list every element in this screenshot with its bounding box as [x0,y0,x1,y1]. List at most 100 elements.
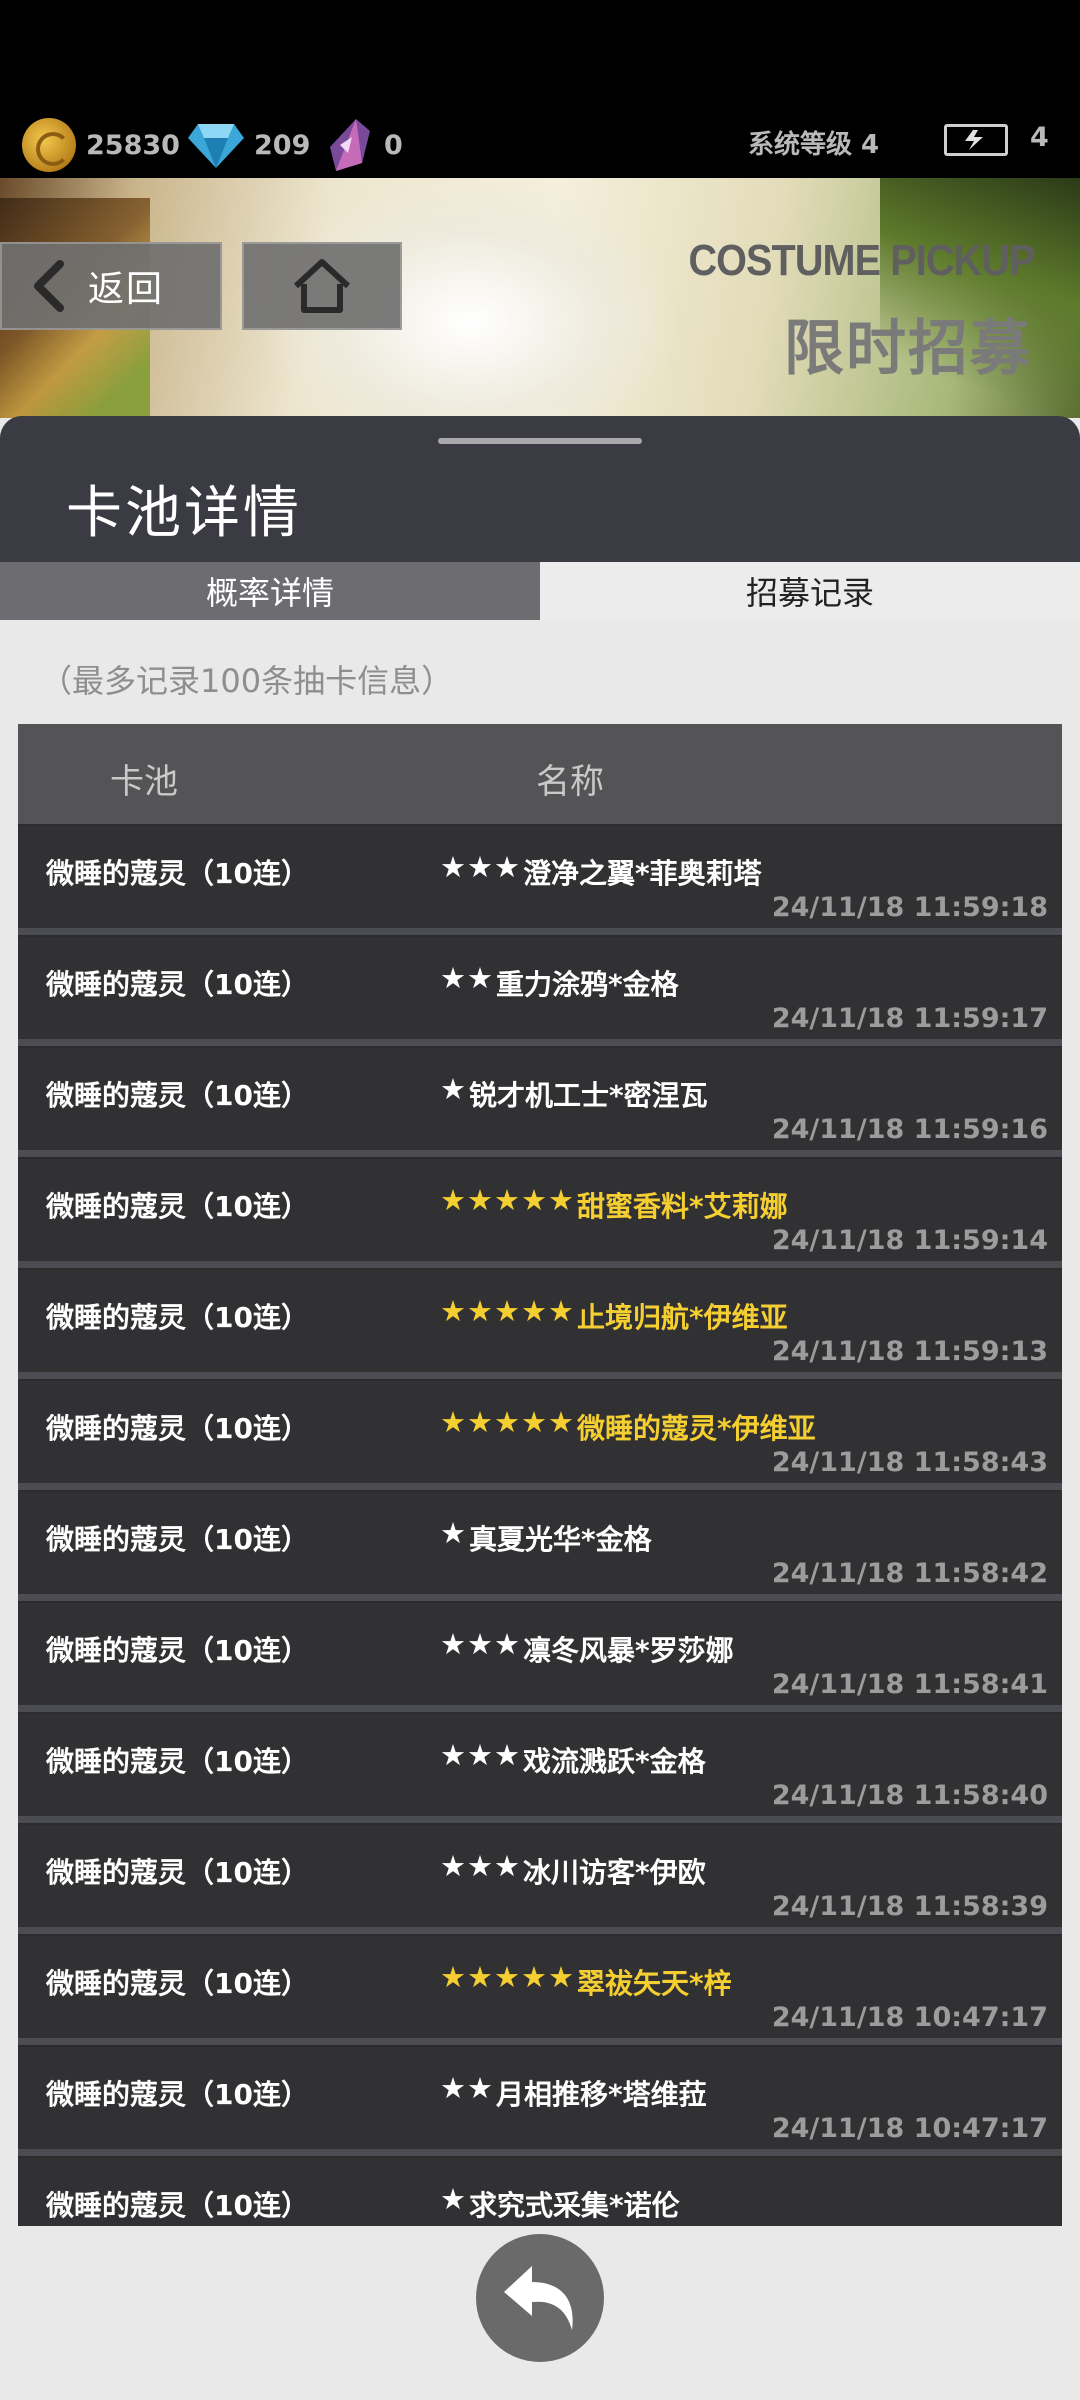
row-pool-name: 微睡的蔻灵（10连） [46,1856,309,1889]
row-costume-name: 翠祓矢天*梓 [577,1967,732,2000]
home-button[interactable] [242,242,402,330]
row-star-rating: ★★★ [440,1738,521,1772]
row-costume-name: 求究式采集*诺伦 [469,2189,680,2222]
row-timestamp: 24/11/18 11:59:18 [771,892,1048,923]
row-pool-name: 微睡的蔻灵（10连） [46,1967,309,2000]
chevron-left-icon [34,260,64,312]
back-label: 返回 [88,269,165,310]
row-timestamp: 24/11/18 11:59:13 [771,1336,1048,1367]
table-header: 卡池 名称 [18,724,1062,824]
table-row: 微睡的蔻灵（10连） ★ 真夏光华*金格 24/11/18 11:58:42 [18,1492,1062,1601]
row-timestamp: 24/11/18 11:58:43 [771,1447,1048,1478]
row-star-rating: ★ [440,1516,467,1550]
table-row: 微睡的蔻灵（10连） ★★★★★ 甜蜜香料*艾莉娜 24/11/18 11:59:14 [18,1159,1062,1268]
row-star-rating: ★★★ [440,850,521,884]
panel-header: 卡池详情 [0,416,1080,562]
coin-icon [22,118,76,172]
system-level: 系统等级 4 [748,130,880,160]
table-body: 微睡的蔻灵（10连） ★★★ 澄净之翼*菲奥莉塔 24/11/18 11:59:18 微… [18,826,1062,2226]
row-timestamp: 24/11/18 11:58:42 [771,1558,1048,1589]
table-row: 微睡的蔻灵（10连） ★★★ 凛冬风暴*罗莎娜 24/11/18 11:58:41 [18,1603,1062,1712]
gem-amount: 209 [254,129,311,161]
row-timestamp: 24/11/18 10:47:17 [771,2113,1048,2144]
row-pool-name: 微睡的蔻灵（10连） [46,1523,309,1556]
crystal-amount: 0 [384,129,403,161]
row-costume-name: 戏流溅跃*金格 [523,1745,706,1778]
records-table[interactable]: 卡池 名称 微睡的蔻灵（10连） ★★★ 澄净之翼*菲奥莉塔 24/11/18 11:… [18,724,1062,2226]
row-pool-name: 微睡的蔻灵（10连） [46,2189,309,2222]
table-row: 微睡的蔻灵（10连） ★★★★★ 翠祓矢天*梓 24/11/18 10:47:17 [18,1936,1062,2045]
battery-icon [944,124,1008,156]
drag-handle[interactable] [438,438,642,444]
row-timestamp: 24/11/18 11:59:16 [771,1114,1048,1145]
row-costume-name: 凛冬风暴*罗莎娜 [523,1634,734,1667]
tab-recruit-records[interactable]: 招募记录 [540,562,1080,620]
row-costume-name: 真夏光华*金格 [469,1523,652,1556]
row-pool-name: 微睡的蔻灵（10连） [46,1634,309,1667]
row-costume-name: 止境归航*伊维亚 [577,1301,788,1334]
column-header-name: 名称 [536,762,604,802]
table-row: 微睡的蔻灵（10连） ★ 锐才机工士*密涅瓦 24/11/18 11:59:16 [18,1048,1062,1157]
table-row: 微睡的蔻灵（10连） ★★★ 澄净之翼*菲奥莉塔 24/11/18 11:59:18 [18,826,1062,935]
table-row: 微睡的蔻灵（10连） ★★★★★ 止境归航*伊维亚 24/11/18 11:59:13 [18,1270,1062,1379]
gem-counter: 209 [188,118,310,172]
panel-title: 卡池详情 [66,481,302,546]
row-star-rating: ★★★★★ [440,1405,575,1439]
row-pool-name: 微睡的蔻灵（10连） [46,2078,309,2111]
row-star-rating: ★ [440,2182,467,2216]
row-timestamp: 24/11/18 11:59:14 [771,1225,1048,1256]
row-timestamp: 24/11/18 11:58:40 [771,1780,1048,1811]
row-star-rating: ★ [440,1072,467,1106]
row-star-rating: ★★ [440,961,494,995]
row-star-rating: ★★ [440,2071,494,2105]
coin-amount: 25830 [86,129,180,161]
table-row: 微睡的蔻灵（10连） ★★★ 冰川访客*伊欧 24/11/18 11:58:39 [18,1825,1062,1934]
crystal-icon [330,119,370,171]
row-costume-name: 锐才机工士*密涅瓦 [469,1079,708,1112]
return-button[interactable] [476,2234,604,2362]
crystal-counter: 0 [326,118,403,172]
row-timestamp: 24/11/18 11:58:39 [771,1891,1048,1922]
table-row: 微睡的蔻灵（10连） ★★ 月相推移*塔维菈 24/11/18 10:47:17 [18,2047,1062,2156]
row-costume-name: 重力涂鸦*金格 [496,968,679,1001]
row-timestamp: 24/11/18 11:59:17 [771,1003,1048,1034]
records-content: （最多记录100条抽卡信息） 卡池 名称 微睡的蔻灵（10连） ★★★ 澄净之翼*菲… [0,620,1080,2400]
column-header-pool: 卡池 [110,762,178,802]
back-button[interactable]: 返回 [0,242,222,330]
records-note: （最多记录100条抽卡信息） [40,662,454,700]
row-star-rating: ★★★ [440,1849,521,1883]
tab-bar: 概率详情 招募记录 [0,562,1080,620]
row-timestamp: 24/11/18 11:58:41 [771,1669,1048,1700]
row-star-rating: ★★★★★ [440,1960,575,1994]
banner-title-en: COSTUME PICKUP [687,236,1035,285]
row-timestamp: 24/11/18 10:47:17 [772,2224,1048,2226]
home-icon [293,259,351,313]
table-row: 微睡的蔻灵（10连） ★★ 重力涂鸦*金格 24/11/18 11:59:17 [18,937,1062,1046]
row-costume-name: 甜蜜香料*艾莉娜 [577,1190,788,1223]
diamond-icon [188,124,244,168]
row-pool-name: 微睡的蔻灵（10连） [46,1745,309,1778]
row-star-rating: ★★★★★ [440,1294,575,1328]
coin-counter: 25830 [22,118,180,172]
row-star-rating: ★★★★★ [440,1183,575,1217]
table-row: 微睡的蔻灵（10连） ★★★ 戏流溅跃*金格 24/11/18 11:58:40 [18,1714,1062,1823]
row-costume-name: 月相推移*塔维菈 [496,2078,707,2111]
row-pool-name: 微睡的蔻灵（10连） [46,1412,309,1445]
row-costume-name: 澄净之翼*菲奥莉塔 [523,857,762,890]
tab-probability-details[interactable]: 概率详情 [0,562,540,620]
table-row: 微睡的蔻灵（10连） ★求究式采集*诺伦 24/11/18 10:47:17 [18,2158,1062,2226]
return-arrow-icon [504,2266,573,2330]
row-pool-name: 微睡的蔻灵（10连） [46,1301,309,1334]
row-pool-name: 微睡的蔻灵（10连） [46,857,309,890]
row-costume-name: 冰川访客*伊欧 [523,1856,706,1889]
row-timestamp: 24/11/18 10:47:17 [771,2002,1048,2033]
banner-title-cn: 限时招募 [784,314,1032,384]
row-star-rating: ★★★ [440,1627,521,1661]
table-row: 微睡的蔻灵（10连） ★★★★★ 微睡的蔻灵*伊维亚 24/11/18 11:58:4… [18,1381,1062,1490]
energy-count: 4 [1030,122,1049,153]
status-bar: 25830 209 0 系统等级 4 4 [0,0,1080,178]
row-pool-name: 微睡的蔻灵（10连） [46,1079,309,1112]
row-pool-name: 微睡的蔻灵（10连） [46,1190,309,1223]
row-pool-name: 微睡的蔻灵（10连） [46,968,309,1001]
row-costume-name: 微睡的蔻灵*伊维亚 [577,1412,816,1445]
